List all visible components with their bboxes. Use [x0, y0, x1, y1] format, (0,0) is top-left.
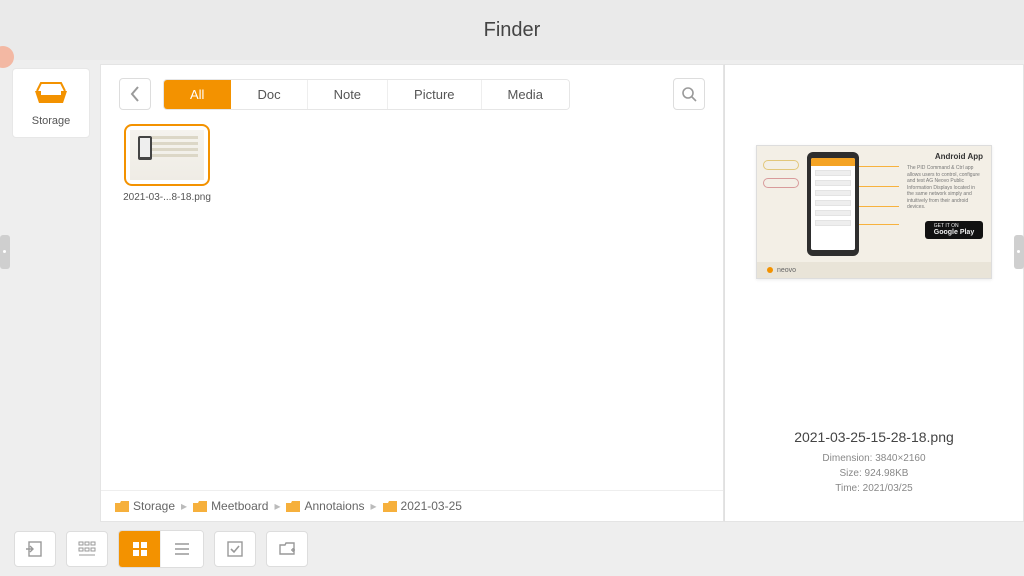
search-button[interactable] — [673, 78, 705, 110]
breadcrumb-label: Storage — [133, 499, 175, 513]
preview-time: Time: 2021/03/25 — [822, 481, 925, 496]
tab-media[interactable]: Media — [482, 80, 569, 109]
chevron-right-icon: ▸ — [181, 499, 187, 513]
breadcrumb-item[interactable]: Annotaions — [286, 499, 364, 513]
sidebar: Storage — [0, 64, 100, 522]
select-button[interactable] — [214, 531, 256, 567]
sidebar-item-storage[interactable]: Storage — [12, 68, 90, 138]
list-view-button[interactable] — [161, 531, 203, 567]
breadcrumb-label: Annotaions — [304, 499, 364, 513]
list-icon — [173, 540, 191, 558]
preview-filename: 2021-03-25-15-28-18.png — [794, 429, 954, 445]
breadcrumb-item[interactable]: Storage — [115, 499, 175, 513]
google-play-badge: GET IT ON Google Play — [925, 221, 983, 239]
exit-icon — [26, 540, 44, 558]
preview-brand: neovo — [777, 267, 796, 274]
preview-metadata: Dimension: 3840×2160 Size: 924.98KB Time… — [822, 451, 925, 496]
window-title: Finder — [484, 19, 541, 42]
chevron-left-icon — [130, 86, 140, 102]
new-folder-button[interactable] — [266, 531, 308, 567]
chevron-right-icon: ▸ — [274, 499, 280, 513]
grid-icon — [131, 540, 149, 558]
chevron-right-icon: ▸ — [371, 499, 377, 513]
breadcrumb-item[interactable]: 2021-03-25 — [383, 499, 462, 513]
toolbar: All Doc Note Picture Media — [101, 65, 723, 120]
new-folder-icon — [278, 540, 296, 558]
preview-image: Android App The PID Command & Ctrl app a… — [756, 145, 992, 279]
preview-promo-title: Android App — [907, 152, 983, 161]
breadcrumb: Storage ▸ Meetboard ▸ Annotaions ▸ 2021-… — [101, 490, 723, 521]
main-pane: All Doc Note Picture Media — [100, 64, 724, 522]
edge-handle-left[interactable] — [0, 235, 10, 269]
preview-dimension: Dimension: 3840×2160 — [822, 451, 925, 466]
preview-pane: Android App The PID Command & Ctrl app a… — [724, 64, 1024, 522]
preview-promo-copy: The PID Command & Ctrl app allows users … — [907, 165, 983, 211]
folder-icon — [115, 501, 129, 512]
exit-button[interactable] — [14, 531, 56, 567]
title-bar: Finder — [0, 0, 1024, 60]
sort-button[interactable] — [66, 531, 108, 567]
tab-doc[interactable]: Doc — [231, 80, 307, 109]
preview-size: Size: 924.98KB — [822, 466, 925, 481]
breadcrumb-item[interactable]: Meetboard — [193, 499, 268, 513]
folder-icon — [286, 501, 300, 512]
breadcrumb-label: 2021-03-25 — [401, 499, 462, 513]
filter-tabs: All Doc Note Picture Media — [163, 79, 570, 110]
search-icon — [681, 86, 697, 102]
breadcrumb-label: Meetboard — [211, 499, 268, 513]
file-name: 2021-03-...8-18.png — [123, 192, 211, 203]
file-thumbnail — [124, 124, 210, 186]
storage-icon — [31, 81, 71, 107]
folder-icon — [383, 501, 397, 512]
file-grid: 2021-03-...8-18.png — [101, 120, 723, 490]
tab-note[interactable]: Note — [308, 80, 388, 109]
sort-icon — [78, 540, 96, 558]
grid-view-button[interactable] — [119, 531, 161, 567]
folder-icon — [193, 501, 207, 512]
sidebar-item-label: Storage — [32, 115, 71, 127]
edge-handle-right[interactable] — [1014, 235, 1024, 269]
tab-picture[interactable]: Picture — [388, 80, 481, 109]
tab-all[interactable]: All — [164, 80, 231, 109]
back-button[interactable] — [119, 78, 151, 110]
file-item[interactable]: 2021-03-...8-18.png — [121, 124, 213, 203]
check-icon — [226, 540, 244, 558]
view-mode-group — [118, 530, 204, 568]
bottom-toolbar — [0, 522, 1024, 576]
